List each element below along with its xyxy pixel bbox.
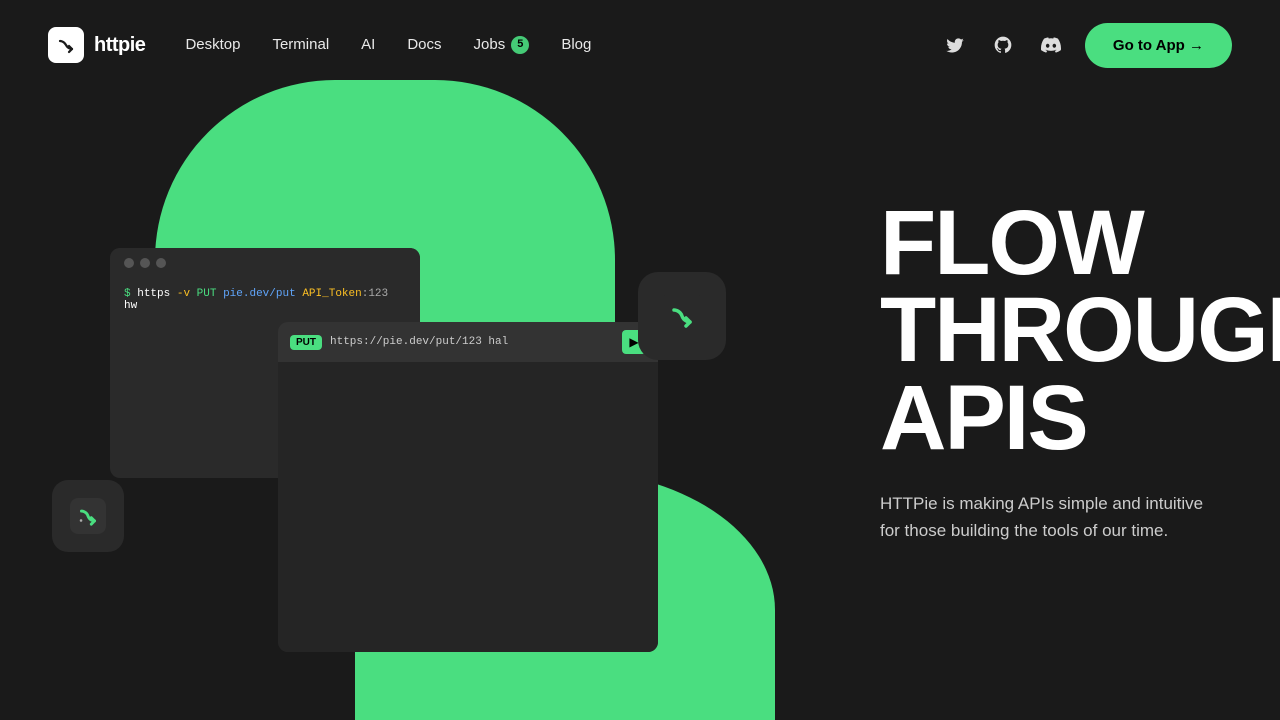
nav-docs[interactable]: Docs — [407, 36, 441, 53]
nav-left: httpie Desktop Terminal AI Docs Jobs 5 B… — [48, 27, 591, 63]
terminal-command-line: $ https -v PUT pie.dev/put API_Token:123… — [124, 288, 406, 312]
jobs-badge: 5 — [511, 36, 529, 53]
httpie-logo-large — [638, 272, 726, 360]
app-titlebar: PUT https://pie.dev/put/123 hal ▶ — [278, 322, 658, 362]
hero-subtext: HTTPie is making APIs simple and intuiti… — [880, 490, 1220, 544]
hero-headline: FLOW THROUGH APIs — [880, 200, 1220, 462]
logo-link[interactable]: httpie — [48, 27, 145, 63]
nav-right: Go to App → — [941, 23, 1232, 68]
discord-icon[interactable] — [1037, 31, 1065, 59]
headline-apis: APIs — [880, 375, 1220, 462]
nav-terminal[interactable]: Terminal — [272, 36, 329, 53]
hero-section: $ https -v PUT pie.dev/put API_Token:123… — [0, 0, 1280, 720]
go-to-app-button[interactable]: Go to App → — [1085, 23, 1232, 68]
httpie-logo-small-svg — [70, 498, 106, 534]
httpie-logo-large-svg — [660, 294, 704, 338]
app-body — [278, 362, 658, 652]
github-icon[interactable] — [989, 31, 1017, 59]
method-badge: PUT — [290, 335, 322, 350]
terminal-body: $ https -v PUT pie.dev/put API_Token:123… — [110, 278, 420, 322]
headline-through: THROUGH — [880, 287, 1220, 374]
hero-text-block: FLOW THROUGH APIs HTTPie is making APIs … — [880, 200, 1220, 545]
logo-text: httpie — [94, 34, 145, 57]
nav-desktop[interactable]: Desktop — [185, 36, 240, 53]
nav-links: Desktop Terminal AI Docs Jobs 5 Blog — [185, 36, 591, 53]
dot-yellow — [140, 258, 150, 268]
app-window: PUT https://pie.dev/put/123 hal ▶ — [278, 322, 658, 652]
nav-ai[interactable]: AI — [361, 36, 375, 53]
url-bar: https://pie.dev/put/123 hal — [330, 336, 614, 348]
nav-blog[interactable]: Blog — [561, 36, 591, 53]
nav-jobs[interactable]: Jobs 5 — [474, 36, 530, 53]
dot-red — [124, 258, 134, 268]
terminal-titlebar — [110, 248, 420, 278]
httpie-logo-small — [52, 480, 124, 552]
logo-icon-svg — [55, 34, 77, 56]
navbar: httpie Desktop Terminal AI Docs Jobs 5 B… — [0, 0, 1280, 90]
logo-icon — [48, 27, 84, 63]
dot-green — [156, 258, 166, 268]
headline-flow: FLOW — [880, 200, 1220, 287]
twitter-icon[interactable] — [941, 31, 969, 59]
